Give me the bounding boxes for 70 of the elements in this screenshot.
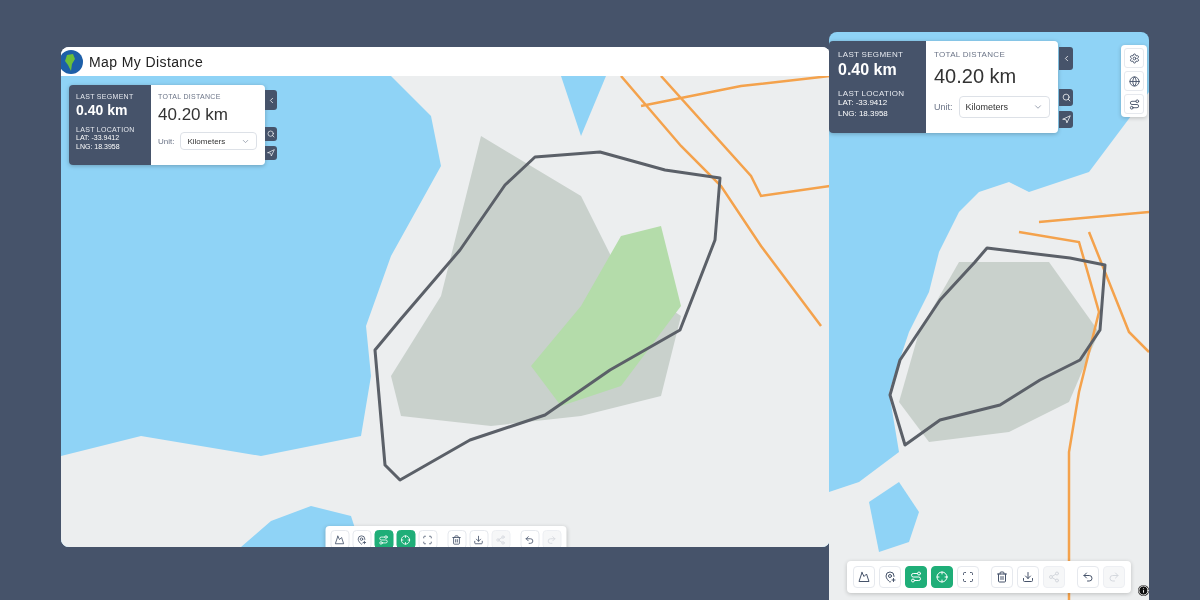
pin-plus-icon [356,534,367,545]
trash-icon [996,571,1008,583]
info-button[interactable] [1138,585,1149,596]
last-segment-value: 0.40 km [76,102,129,118]
settings-icon [1128,52,1140,64]
unit-label: Unit: [934,102,953,112]
last-segment-value: 0.40 km [838,61,898,79]
route-icon [910,571,922,583]
add-pin-tool-button[interactable] [352,530,371,547]
locate-button[interactable] [265,146,277,160]
terrain-tool-button[interactable] [853,566,875,588]
collapse-button[interactable] [1059,47,1073,70]
crosshair-icon [936,571,948,583]
unit-dropdown[interactable]: Kilometers [180,132,258,150]
total-distance-value: 40.20 km [158,105,229,125]
last-segment-label: LAST SEGMENT [838,50,905,59]
search-button[interactable] [265,127,277,141]
download-tool-button[interactable] [1017,566,1039,588]
mountain-icon [858,571,870,583]
navigation-arrow-icon [267,149,275,157]
pin-plus-icon [884,571,896,583]
delete-tool-button[interactable] [447,530,466,547]
fit-tool-button[interactable] [418,530,437,547]
settings-control-button[interactable] [1124,48,1144,68]
redo-icon [546,534,557,545]
fit-tool-button[interactable] [957,566,979,588]
route-tool-button[interactable] [374,530,393,547]
total-distance-value: 40.20 km [934,65,1018,88]
undo-icon [1082,571,1094,583]
add-pin-tool-button[interactable] [879,566,901,588]
share-icon [1048,571,1060,583]
chevron-down-icon [1033,102,1043,112]
share-icon [495,534,506,545]
globe-icon [1128,75,1140,87]
search-icon [267,130,275,138]
latitude-text: LAT: -33.9412 [838,98,889,109]
target-tool-button[interactable] [931,566,953,588]
route-tool-button[interactable] [905,566,927,588]
unit-dropdown[interactable]: Kilometers [958,96,1050,118]
download-icon [473,534,484,545]
longitude-text: LNG: 18.3958 [838,108,889,120]
undo-icon [524,534,535,545]
download-tool-button[interactable] [469,530,488,547]
locate-button[interactable] [1059,111,1073,128]
navigation-arrow-icon [1061,115,1071,124]
search-button[interactable] [1059,89,1073,106]
trash-icon [451,534,462,545]
route-icon [378,534,389,545]
globe-logo-icon [61,49,83,74]
total-distance-label: TOTAL DISTANCE [934,50,1007,59]
undo-tool-button[interactable] [1077,566,1099,588]
search-icon [1061,93,1071,102]
route-control-button[interactable] [1124,94,1144,114]
fullscreen-icon [422,534,433,545]
route-icon [1128,98,1140,110]
unit-label: Unit: [158,136,175,146]
terrain-tool-button[interactable] [330,530,349,547]
collapse-button[interactable] [265,90,277,110]
mountain-icon [334,534,345,545]
globe-control-button[interactable] [1124,71,1144,91]
crosshair-icon [400,534,411,545]
last-location-label: LAST LOCATION [838,89,906,98]
redo-icon [1108,571,1120,583]
app-title: Map My Distance [89,53,204,70]
fullscreen-icon [962,571,974,583]
download-icon [1022,571,1034,583]
info-icon [1138,585,1149,596]
undo-tool-button[interactable] [520,530,539,547]
delete-tool-button[interactable] [991,566,1013,588]
target-tool-button[interactable] [396,530,415,547]
